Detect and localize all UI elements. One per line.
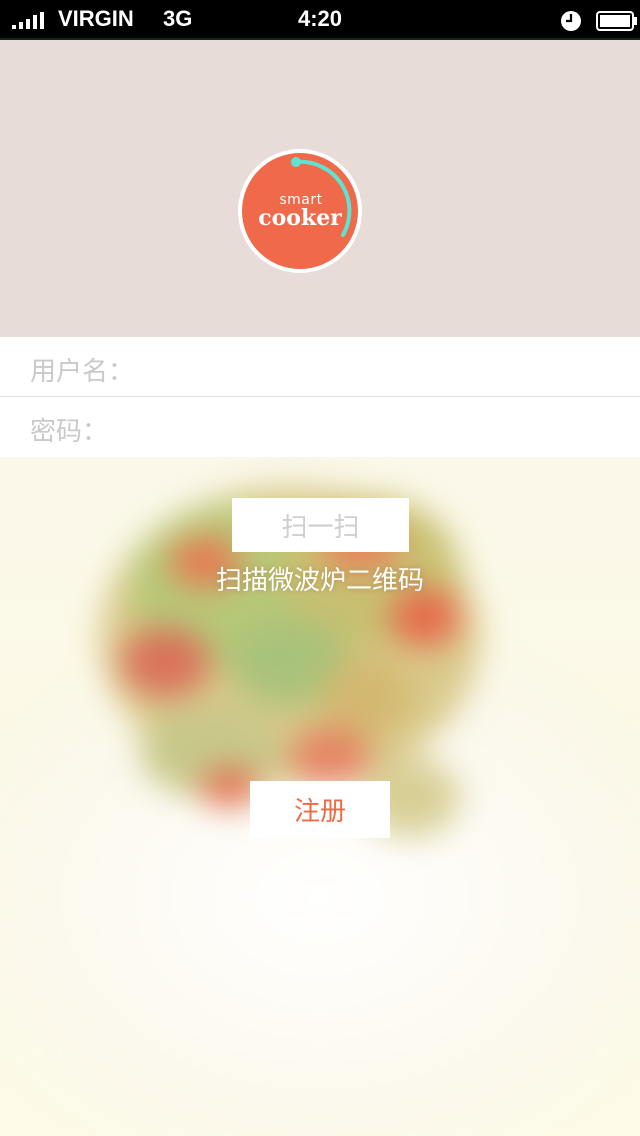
- username-row: 用户名：: [0, 337, 640, 397]
- password-label: 密码：: [30, 417, 109, 447]
- battery-icon: [596, 11, 637, 31]
- password-row: 密码：: [0, 397, 640, 457]
- username-label: 用户名：: [30, 357, 135, 387]
- username-input[interactable]: [140, 345, 620, 391]
- register-button[interactable]: 注册: [250, 781, 390, 838]
- status-time: 4:20: [297, 6, 343, 31]
- status-bar: VIRGIN 3G 4:20: [0, 0, 640, 40]
- scan-caption: 扫描微波炉二维码: [215, 566, 424, 596]
- password-input[interactable]: [110, 405, 620, 451]
- clock-icon: [561, 11, 581, 31]
- logo-text-cooker: cooker: [258, 205, 342, 231]
- smart-cooker-logo: smart cooker: [236, 147, 364, 275]
- scan-button[interactable]: 扫一扫: [232, 498, 409, 552]
